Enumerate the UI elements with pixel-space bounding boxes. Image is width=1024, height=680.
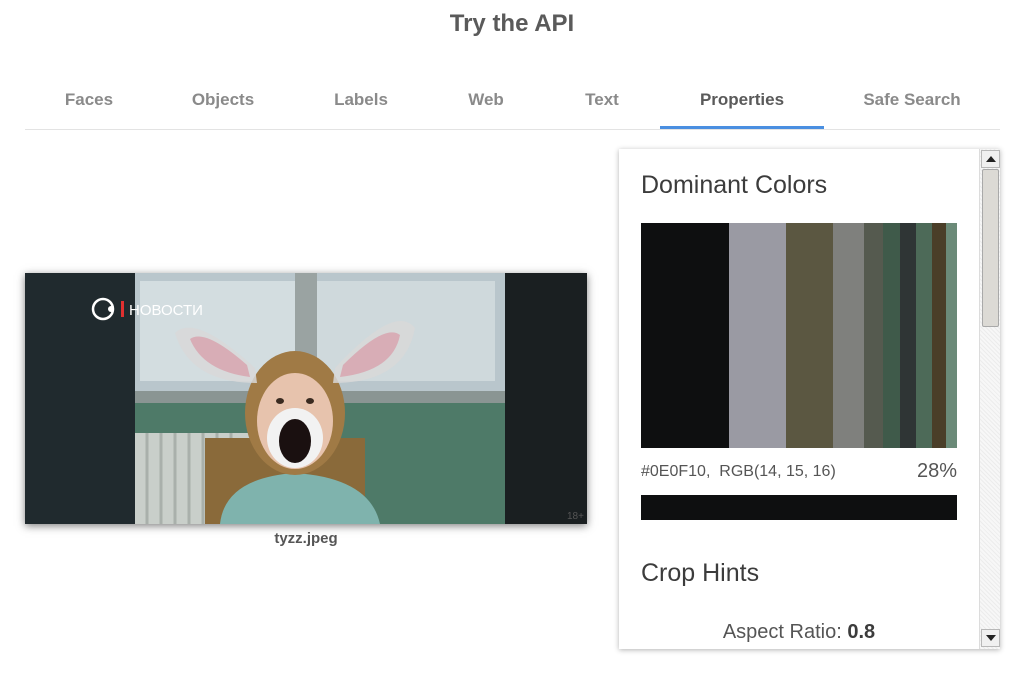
tab-properties[interactable]: Properties	[660, 72, 824, 129]
color-bar-8[interactable]	[916, 223, 932, 448]
watermark-text: НОВОСТИ	[129, 302, 203, 319]
tab-safe-search[interactable]: Safe Search	[845, 72, 979, 129]
aspect-ratio-value: 0.8	[847, 621, 876, 643]
tab-faces[interactable]: Faces	[25, 72, 153, 129]
scroll-down-button[interactable]	[981, 629, 1000, 647]
tab-objects[interactable]: Objects	[158, 72, 288, 129]
scroll-up-button[interactable]	[981, 150, 1000, 168]
page-title: Try the API	[449, 10, 575, 37]
color-bar-6[interactable]	[883, 223, 901, 448]
color-bar-7[interactable]	[900, 223, 917, 448]
active-tab-indicator	[660, 126, 824, 129]
color-bar-3[interactable]	[785, 223, 833, 448]
selected-color-rgb: RGB(14, 15, 16)	[719, 463, 836, 480]
age-badge: 18+	[567, 511, 584, 522]
dominant-colors-title: Dominant Colors	[641, 171, 828, 199]
arrow-up-icon	[985, 156, 996, 162]
aspect-ratio-label: Aspect Ratio:	[722, 621, 842, 643]
selected-color-info: #0E0F10, RGB(14, 15, 16) 28%	[641, 460, 957, 482]
properties-panel[interactable]: Dominant Colors #0E0F10, RGB(14, 15, 16)…	[619, 149, 1000, 649]
color-bar-10[interactable]	[945, 223, 957, 448]
selected-color-hex: #0E0F10,	[641, 463, 711, 480]
dominant-colors-chart	[641, 223, 957, 448]
tab-web[interactable]: Web	[437, 72, 535, 129]
tab-bar: Faces Objects Labels Web Text Properties…	[25, 72, 1000, 130]
selected-color-percent: 28%	[916, 460, 957, 482]
scroll-thumb[interactable]	[982, 169, 999, 327]
aspect-ratio: Aspect Ratio: 0.8	[641, 621, 957, 644]
color-bar-4[interactable]	[832, 223, 865, 448]
tab-labels[interactable]: Labels	[297, 72, 425, 129]
crop-hints-title: Crop Hints	[641, 559, 760, 587]
uploaded-image: НОВОСТИ 18+	[25, 273, 587, 524]
color-bar-9[interactable]	[931, 223, 946, 448]
color-bar-1[interactable]	[641, 223, 730, 448]
selected-color-swatch	[641, 495, 957, 520]
image-scene: НОВОСТИ 18+	[25, 273, 587, 524]
tab-text[interactable]: Text	[553, 72, 651, 129]
arrow-down-icon	[985, 635, 996, 641]
image-filename: tyzz.jpeg	[274, 530, 338, 547]
color-bar-2[interactable]	[729, 223, 786, 448]
color-bar-5[interactable]	[864, 223, 884, 448]
panel-scrollbar[interactable]	[979, 149, 1000, 649]
